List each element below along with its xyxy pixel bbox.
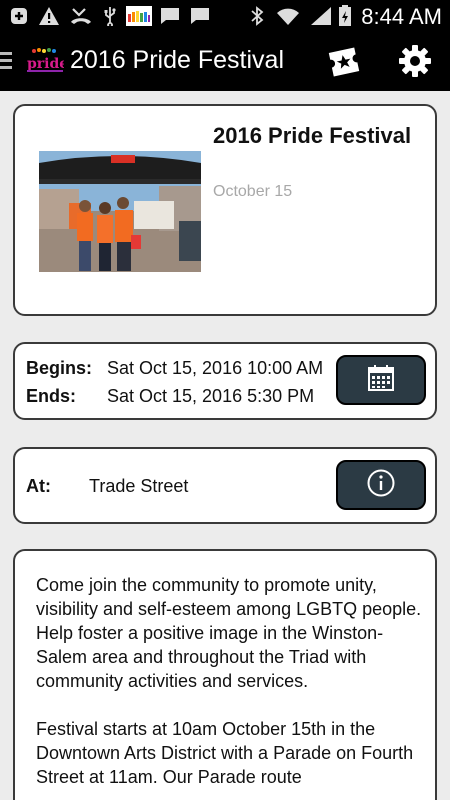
app-bar: pride 2016 Pride Festival (0, 32, 450, 91)
location-value: Trade Street (89, 476, 189, 496)
description-card: Come join the community to promote unity… (13, 549, 437, 800)
app-title: 2016 Pride Festival (70, 46, 285, 74)
clock: 8:44 AM (361, 4, 442, 29)
info-icon (366, 468, 396, 503)
begins-value: Sat Oct 15, 2016 10:00 AM (107, 358, 324, 378)
svg-text:pride: pride (27, 56, 64, 72)
missed-call-icon (70, 6, 92, 26)
message-icon (160, 6, 180, 26)
battery-icon (338, 5, 352, 26)
add-to-calendar-button[interactable] (336, 355, 426, 405)
schedule-card: Begins: Sat Oct 15, 2016 10:00 AM Ends: … (13, 342, 437, 420)
status-bar: 8:44 AM (0, 0, 450, 32)
location-label: At: (26, 476, 51, 496)
warning-icon (38, 6, 60, 26)
event-date: October 15 (213, 183, 293, 200)
gear-icon[interactable] (398, 44, 432, 78)
message-icon (190, 6, 210, 26)
wifi-icon (276, 6, 300, 26)
pride-logo[interactable]: pride (26, 48, 68, 74)
bluetooth-icon (250, 6, 264, 26)
event-card: 2016 Pride Festival October 15 (13, 104, 437, 316)
description-paragraph: Come join the community to promote unity… (36, 575, 422, 691)
ticket-icon[interactable] (326, 44, 362, 80)
usb-icon (102, 6, 118, 26)
calendar-icon (367, 364, 395, 397)
event-description: Come join the community to promote unity… (36, 573, 426, 800)
begins-label: Begins: (26, 358, 93, 378)
booth-photo (39, 151, 201, 272)
event-title: 2016 Pride Festival (213, 123, 412, 148)
app-thumbnail-icon (126, 6, 152, 26)
description-paragraph: Festival starts at 10am October 15th in … (36, 719, 414, 787)
location-info-button[interactable] (336, 460, 426, 510)
signal-icon (310, 6, 332, 26)
ends-label: Ends: (26, 386, 77, 406)
menu-icon[interactable] (0, 52, 12, 70)
location-card: At: Trade Street (13, 447, 437, 524)
ends-value: Sat Oct 15, 2016 5:30 PM (107, 386, 315, 406)
add-notification-icon (10, 6, 28, 26)
